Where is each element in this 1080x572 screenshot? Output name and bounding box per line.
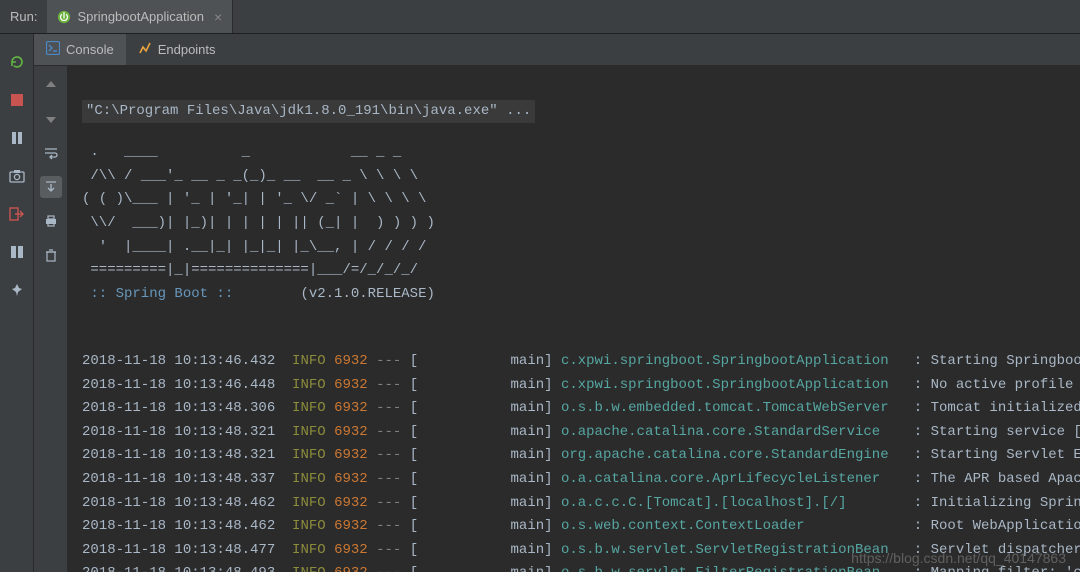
console-output[interactable]: "C:\Program Files\Java\jdk1.8.0_191\bin\… [68,66,1080,572]
spring-boot-icon [57,10,71,24]
tab-endpoints-label: Endpoints [158,42,216,57]
stop-icon[interactable] [7,90,27,110]
up-icon[interactable] [40,74,62,96]
spring-banner: . ____ _ __ _ _ /\\ / ___'_ __ _ _(_)_ _… [82,141,1080,306]
close-icon[interactable]: × [214,9,222,25]
trash-icon[interactable] [40,244,62,266]
pin-icon[interactable] [7,280,27,300]
layout-icon[interactable] [7,242,27,262]
console-tabs: Console Endpoints [34,34,1080,66]
run-label: Run: [0,0,47,33]
top-bar: Run: SpringbootApplication × [0,0,1080,34]
scroll-to-end-icon[interactable] [40,176,62,198]
print-icon[interactable] [40,210,62,232]
command-line: "C:\Program Files\Java\jdk1.8.0_191\bin\… [82,100,535,124]
down-icon[interactable] [40,108,62,130]
tab-console-label: Console [66,42,114,57]
left-toolbar [0,34,34,572]
rerun-icon[interactable] [7,52,27,72]
camera-icon[interactable] [7,166,27,186]
run-config-title: SpringbootApplication [77,9,203,24]
tab-endpoints[interactable]: Endpoints [126,34,228,65]
soft-wrap-icon[interactable] [40,142,62,164]
pause-icon[interactable] [7,128,27,148]
console-icon [46,41,60,58]
exit-icon[interactable] [7,204,27,224]
console-toolbar [34,66,68,572]
endpoints-icon [138,41,152,58]
run-config-tab[interactable]: SpringbootApplication × [47,0,233,33]
tab-console[interactable]: Console [34,34,126,65]
log-lines: 2018-11-18 10:13:46.432 INFO 6932 --- [ … [82,350,1080,572]
